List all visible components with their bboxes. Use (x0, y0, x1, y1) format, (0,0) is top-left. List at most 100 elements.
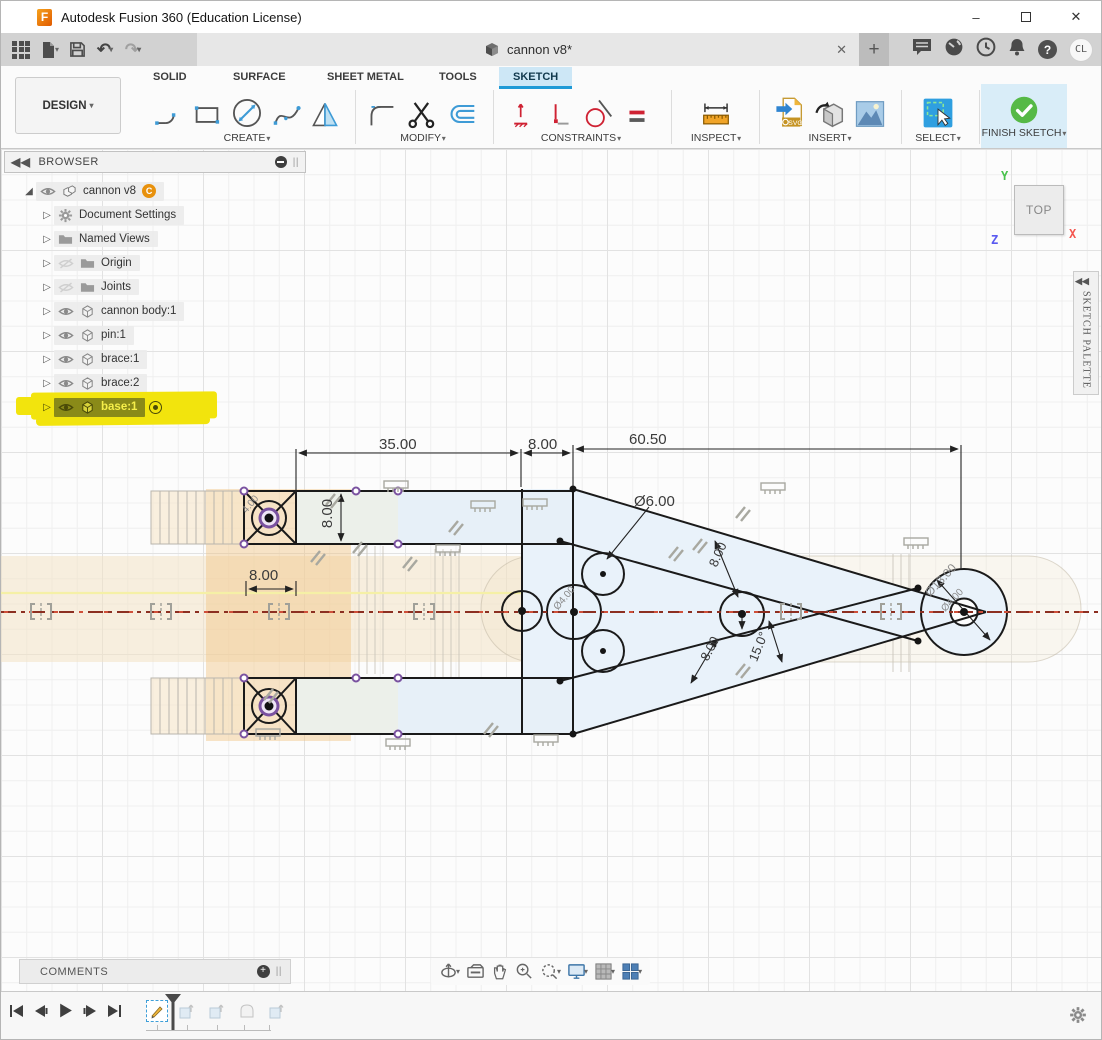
browser-item-pin[interactable]: ▷ pin:1 (4, 323, 306, 347)
look-at-icon[interactable] (466, 962, 485, 981)
measure-tool-icon[interactable] (700, 98, 732, 130)
visibility-eye-off-icon[interactable] (58, 282, 74, 293)
coincident-constraint-icon[interactable] (547, 100, 575, 130)
visibility-eye-icon[interactable] (58, 402, 74, 413)
collapse-panel-icon[interactable]: ◀◀ (11, 155, 30, 169)
tab-sketch[interactable]: SKETCH (499, 67, 572, 89)
constraints-group-label[interactable]: CONSTRAINTS ▾ (495, 132, 667, 144)
add-comment-icon[interactable]: + (257, 965, 270, 978)
fillet-tool-icon[interactable] (368, 100, 398, 130)
line-tool-icon[interactable] (154, 100, 184, 130)
insert-group-label[interactable]: INSERT ▾ (761, 132, 899, 144)
display-settings-icon[interactable]: ▾ (567, 962, 588, 981)
browser-item-brace-1[interactable]: ▷ brace:1 (4, 347, 306, 371)
expand-caret-icon[interactable]: ▷ (40, 330, 54, 341)
browser-item-origin[interactable]: ▷ Origin (4, 251, 306, 275)
browser-item-cannon-body[interactable]: ▷ cannon body:1 (4, 299, 306, 323)
browser-item-named-views[interactable]: ▷ Named Views (4, 227, 306, 251)
expand-caret-icon[interactable]: ▷ (40, 402, 54, 413)
tab-close-icon[interactable]: ✕ (836, 42, 847, 58)
dimension-label[interactable]: 60.50 (629, 431, 667, 448)
select-group-label[interactable]: SELECT ▾ (899, 132, 977, 144)
expand-caret-icon[interactable]: ▷ (40, 282, 54, 293)
expand-caret-icon[interactable]: ▷ (40, 258, 54, 269)
tab-solid[interactable]: SOLID (149, 67, 191, 86)
activate-component-radio[interactable] (149, 401, 162, 414)
timeline-step-back-button[interactable] (33, 1003, 49, 1019)
zoom-icon[interactable] (515, 962, 534, 981)
timeline-skip-start-button[interactable] (9, 1003, 25, 1019)
app-grid-icon[interactable] (9, 38, 33, 62)
workspace-selector[interactable]: DESIGN ▾ (15, 77, 121, 134)
expand-caret-icon[interactable]: ▷ (40, 354, 54, 365)
inspect-group-label[interactable]: INSPECT ▾ (673, 132, 759, 144)
save-button[interactable] (65, 38, 89, 62)
expand-caret-icon[interactable]: ▷ (40, 210, 54, 221)
timeline-step-forward-button[interactable] (82, 1003, 98, 1019)
collapse-tree-icon[interactable] (275, 156, 287, 168)
dimension-label[interactable]: 8.00 (528, 436, 557, 453)
panel-grip[interactable]: || (276, 966, 282, 977)
select-tool-icon[interactable] (921, 96, 955, 130)
mirror-tool-icon[interactable] (310, 100, 340, 130)
timeline-item-feature[interactable] (236, 1000, 258, 1022)
modify-group-label[interactable]: MODIFY ▾ (357, 132, 489, 144)
offset-tool-icon[interactable] (446, 98, 478, 130)
create-group-label[interactable]: CREATE ▾ (141, 132, 353, 144)
comments-panel-icon[interactable] (912, 38, 932, 61)
profile-avatar[interactable]: CL (1069, 38, 1093, 62)
minimize-button[interactable]: – (951, 1, 1001, 33)
visibility-eye-off-icon[interactable] (58, 258, 74, 269)
browser-item-document-settings[interactable]: ▷ Document Settings (4, 203, 306, 227)
expand-panel-icon[interactable]: ◀◀ (1075, 276, 1089, 287)
recent-activity-icon[interactable] (976, 37, 996, 62)
close-button[interactable]: ✕ (1051, 1, 1101, 33)
timeline-skip-end-button[interactable] (106, 1003, 122, 1019)
notifications-bell-icon[interactable] (1008, 37, 1026, 62)
file-menu-button[interactable]: ▾ (37, 38, 61, 62)
equal-constraint-icon[interactable] (623, 102, 651, 130)
viewcube[interactable]: TOP (1014, 185, 1064, 235)
document-tab[interactable]: cannon v8* ✕ (197, 33, 859, 66)
finish-sketch-button[interactable]: FINISH SKETCH ▾ (981, 84, 1067, 148)
visibility-eye-icon[interactable] (58, 354, 74, 365)
visibility-eye-icon[interactable] (58, 330, 74, 341)
pan-icon[interactable] (491, 962, 509, 981)
sketch-canvas[interactable]: 35.00 8.00 60.50 Ø6.00 8.00 8.00 8.00 8.… (1, 149, 1102, 991)
grid-settings-icon[interactable]: ▾ (594, 962, 615, 981)
circle-tool-icon[interactable] (230, 96, 264, 130)
job-status-icon[interactable] (944, 37, 964, 62)
timeline-playhead[interactable] (163, 992, 183, 1037)
timeline-settings-gear-icon[interactable] (1069, 1006, 1087, 1029)
browser-item-cannon-v8[interactable]: ◢ cannon v8 C (4, 179, 306, 203)
visibility-eye-icon[interactable] (58, 306, 74, 317)
insert-canvas-icon[interactable] (854, 98, 886, 130)
expand-caret-icon[interactable]: ▷ (40, 378, 54, 389)
browser-item-base-highlighted[interactable]: ▷ base:1 (4, 395, 306, 419)
viewcube-face-label[interactable]: TOP (1026, 203, 1052, 217)
tab-surface[interactable]: SURFACE (229, 67, 290, 86)
insert-mesh-icon[interactable] (814, 98, 846, 130)
timeline-play-button[interactable] (57, 1002, 74, 1019)
tab-tools[interactable]: TOOLS (435, 67, 481, 86)
visibility-eye-icon[interactable] (58, 378, 74, 389)
expand-caret-icon[interactable]: ◢ (22, 186, 36, 197)
expand-caret-icon[interactable]: ▷ (40, 306, 54, 317)
tab-sheet-metal[interactable]: SHEET METAL (323, 67, 408, 86)
dimension-label[interactable]: 35.00 (379, 436, 417, 453)
orbit-icon[interactable]: ▾ (439, 962, 460, 981)
maximize-button[interactable] (1001, 1, 1051, 33)
rectangle-tool-icon[interactable] (192, 100, 222, 130)
browser-item-joints[interactable]: ▷ Joints (4, 275, 306, 299)
fit-icon[interactable]: ▾ (540, 962, 561, 981)
horizontal-vertical-constraint-icon[interactable] (511, 100, 539, 130)
help-icon[interactable]: ? (1038, 40, 1057, 59)
tangent-constraint-icon[interactable] (583, 98, 615, 130)
panel-grip[interactable]: || (293, 157, 299, 168)
visibility-eye-icon[interactable] (40, 186, 56, 197)
dimension-label[interactable]: 8.00 (319, 499, 336, 528)
insert-svg-icon[interactable]: SVG (774, 96, 806, 130)
dimension-label[interactable]: Ø6.00 (634, 493, 675, 510)
trim-tool-icon[interactable] (406, 98, 438, 130)
redo-button[interactable]: ↷▾ (121, 38, 145, 62)
